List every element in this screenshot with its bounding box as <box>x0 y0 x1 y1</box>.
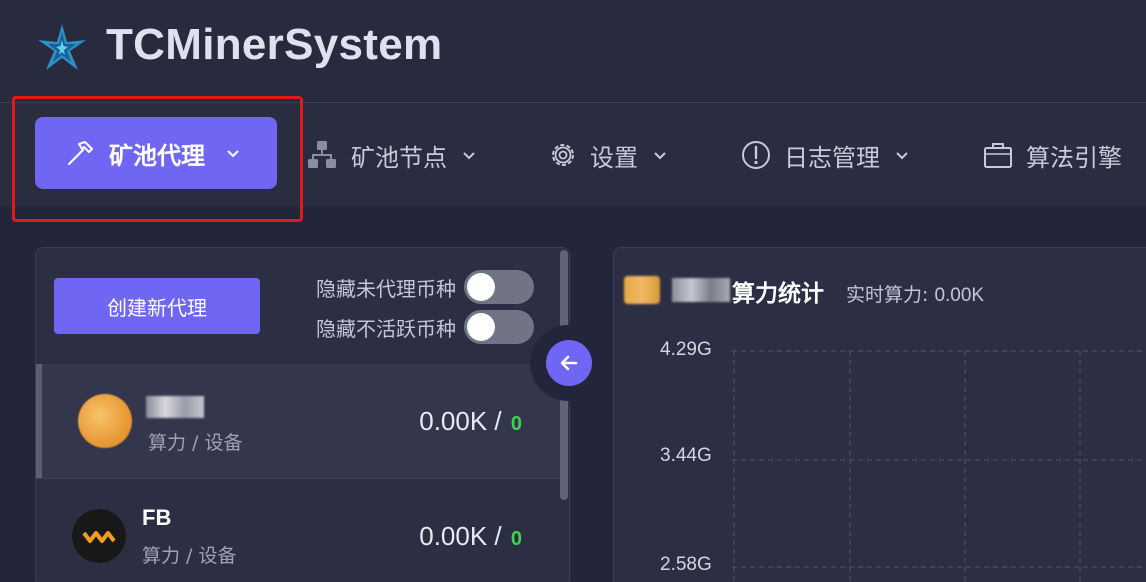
chevron-down-icon <box>227 150 239 158</box>
chevron-down-icon <box>654 152 666 160</box>
toggle-hide-inactive: 隐藏不活跃币种 <box>316 310 534 344</box>
toggle-label: 隐藏不活跃币种 <box>316 316 456 341</box>
coin-subtitle: 算力 / 设备 <box>148 432 243 454</box>
coin-subtitle: 算力 / 设备 <box>142 545 237 567</box>
blurred-coin-icon <box>624 276 660 304</box>
gear-icon <box>552 144 574 166</box>
app-title: TCMinerSystem <box>106 20 443 69</box>
y-tick-label: 3.44G <box>660 445 712 466</box>
coin-row[interactable]: 算力 / 设备 0.00K / 0 <box>36 364 564 478</box>
hide-unproxied-switch[interactable] <box>464 270 534 304</box>
exclamation-circle-icon <box>742 141 770 169</box>
create-proxy-button[interactable]: 创建新代理 <box>54 278 260 334</box>
network-nodes-icon <box>308 141 336 168</box>
coin-name: FB <box>142 505 172 530</box>
hashrate-value: 0.00K / <box>419 521 502 551</box>
device-count: 0 <box>510 413 522 435</box>
coin-row[interactable]: FB 算力 / 设备 0.00K / 0 <box>36 479 564 582</box>
chevron-down-icon <box>896 152 908 160</box>
blurred-coin-name <box>672 278 730 302</box>
realtime-label: 实时算力: <box>846 284 929 306</box>
hide-inactive-switch[interactable] <box>464 310 534 344</box>
switch-knob <box>467 273 495 301</box>
blurred-coin-name <box>146 396 204 418</box>
y-tick-label: 2.58G <box>660 554 712 575</box>
arrow-left-icon <box>560 355 578 371</box>
coin-hashrate: 0.00K / 0 <box>419 521 522 552</box>
chevron-down-icon <box>463 152 475 160</box>
nav-item-algorithm-engine[interactable]: 算法引擎 <box>982 103 1122 207</box>
hashrate-chart-panel: 算力统计 实时算力: 0.00K 4.29G 3.44G 2.58G <box>613 247 1146 582</box>
nav-item-pool-proxy[interactable]: 矿池代理 <box>35 117 277 189</box>
chart-grid <box>732 350 1146 582</box>
active-indicator <box>36 364 42 478</box>
coin-hashrate: 0.00K / 0 <box>419 406 522 437</box>
nav-item-settings[interactable]: 设置 <box>548 103 668 207</box>
collapse-panel-button[interactable] <box>546 340 592 386</box>
nav-item-pool-nodes[interactable]: 矿池节点 <box>305 103 477 207</box>
toggle-label: 隐藏未代理币种 <box>316 276 456 301</box>
nav-label: 矿池节点 <box>351 143 447 172</box>
hammer-icon <box>67 141 93 166</box>
realtime-value: 0.00K <box>934 285 985 306</box>
device-count: 0 <box>510 528 522 550</box>
toggle-hide-unproxied: 隐藏未代理币种 <box>316 270 534 304</box>
nav-label: 日志管理 <box>784 143 880 172</box>
blurred-coin-icon <box>78 394 132 448</box>
fb-coin-icon <box>72 509 126 563</box>
switch-knob <box>467 313 495 341</box>
hashrate-value: 0.00K / <box>419 406 502 436</box>
nav-label: 矿池代理 <box>109 141 205 170</box>
nav-item-logs[interactable]: 日志管理 <box>740 103 910 207</box>
main-navbar: 矿池代理 矿池节点 设置 日志管理 算法引擎 <box>0 103 1146 207</box>
proxy-panel: 创建新代理 隐藏未代理币种 隐藏不活跃币种 算力 / 设备 0.00K / 0 … <box>35 247 570 582</box>
app-header: TCMinerSystem <box>0 0 1146 102</box>
nav-label: 设置 <box>590 143 638 172</box>
star-logo-icon <box>38 24 86 70</box>
chart-title: 算力统计 <box>732 281 824 307</box>
nav-label: 算法引擎 <box>1026 143 1122 172</box>
y-tick-label: 4.29G <box>660 339 712 360</box>
briefcase-icon <box>984 143 1012 168</box>
realtime-hashrate: 实时算力: 0.00K <box>846 280 984 307</box>
